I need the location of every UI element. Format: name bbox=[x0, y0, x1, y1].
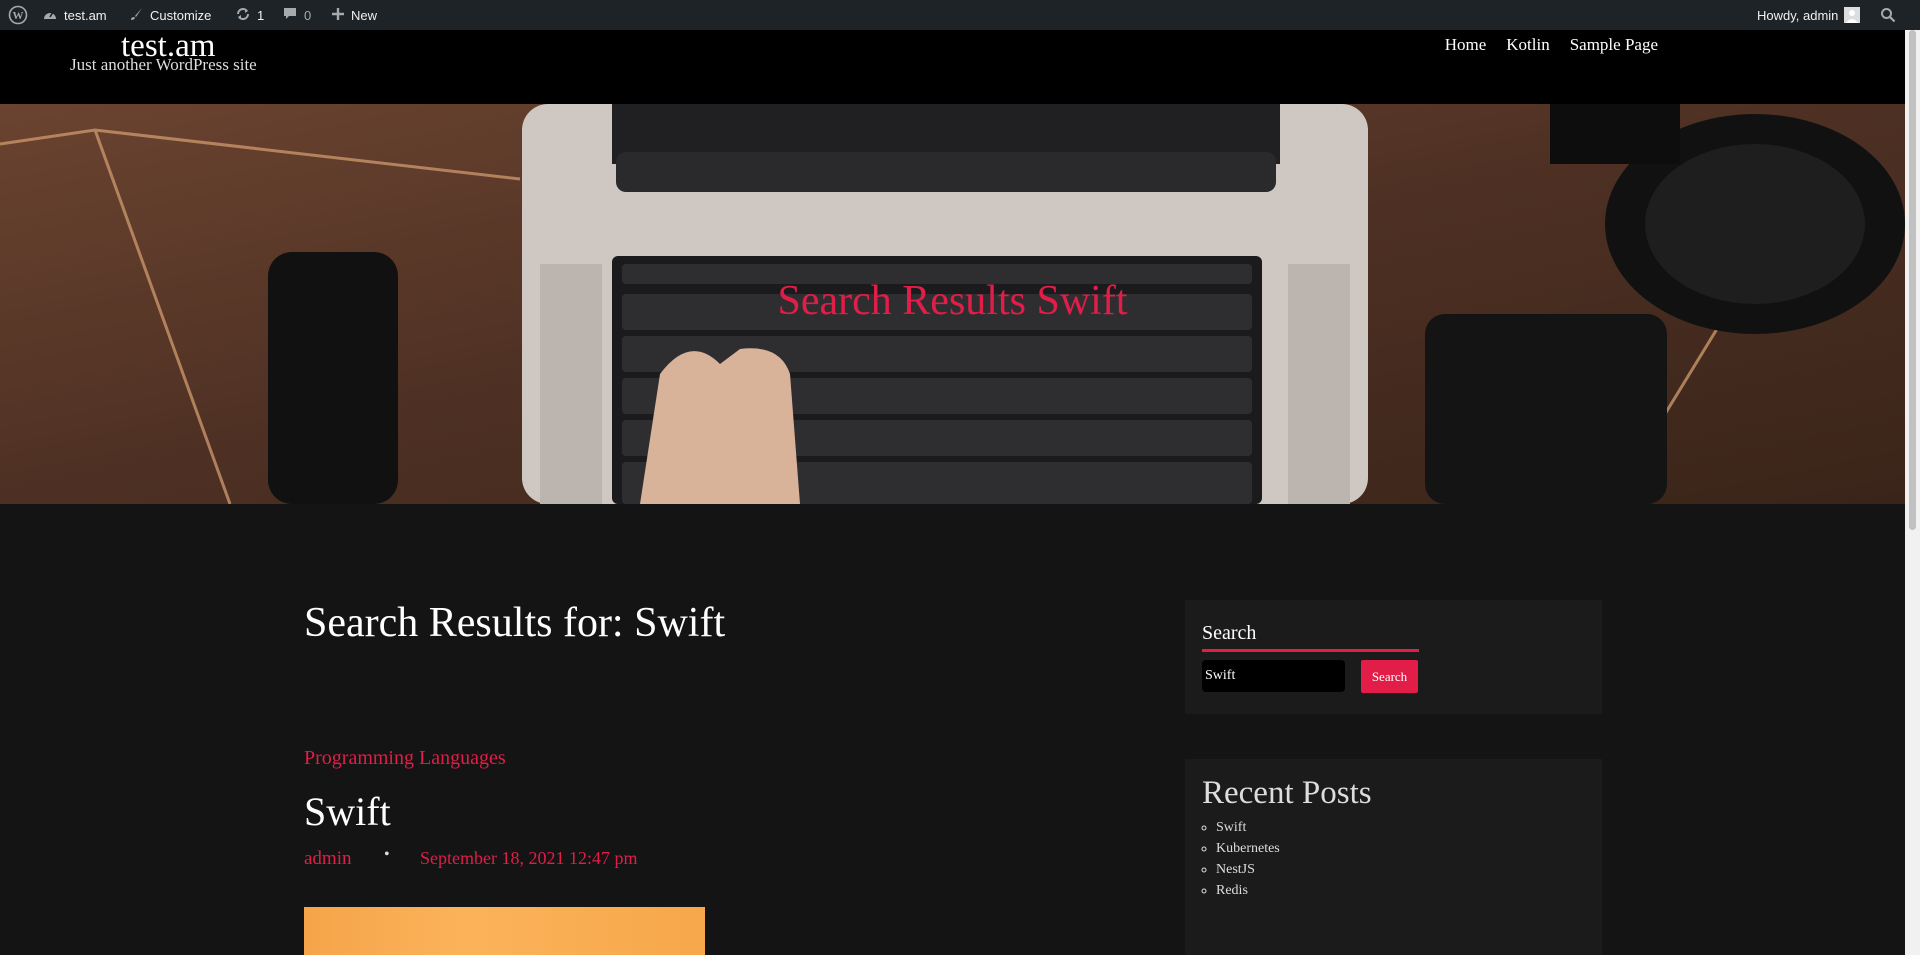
admin-bar: W test.am Customize 1 0 New Howdy, admin bbox=[0, 0, 1920, 30]
nav-item-home[interactable]: Home bbox=[1445, 35, 1487, 55]
customize-button[interactable]: Customize bbox=[130, 0, 211, 30]
recent-post-link[interactable]: NestJS bbox=[1216, 859, 1280, 880]
brush-icon bbox=[130, 7, 144, 24]
primary-nav: Home Kotlin Sample Page bbox=[1445, 35, 1658, 55]
wordpress-logo-icon[interactable]: W bbox=[8, 0, 28, 30]
post-title-link[interactable]: Swift bbox=[304, 788, 391, 835]
svg-text:W: W bbox=[13, 10, 24, 22]
customize-label: Customize bbox=[150, 7, 212, 23]
recent-posts-widget: Recent Posts Swift Kubernetes NestJS Red… bbox=[1185, 759, 1602, 955]
search-icon[interactable] bbox=[1880, 0, 1896, 30]
search-widget-title: Search bbox=[1202, 622, 1257, 644]
recent-posts-list: Swift Kubernetes NestJS Redis bbox=[1202, 817, 1280, 901]
search-input[interactable] bbox=[1202, 660, 1345, 692]
admin-bar-site-label: test.am bbox=[64, 7, 107, 23]
recent-posts-title: Recent Posts bbox=[1202, 775, 1372, 811]
page-scrollbar[interactable] bbox=[1905, 30, 1920, 955]
search-widget: Search Search bbox=[1185, 600, 1602, 714]
dashboard-icon bbox=[42, 7, 58, 24]
recent-post-link[interactable]: Kubernetes bbox=[1216, 838, 1280, 859]
recent-post-link[interactable]: Swift bbox=[1216, 817, 1280, 838]
title-underline bbox=[1202, 649, 1419, 652]
site-tagline: Just another WordPress site bbox=[70, 55, 257, 74]
search-button[interactable]: Search bbox=[1361, 660, 1418, 693]
post-thumbnail[interactable] bbox=[304, 907, 705, 955]
site-header: test.am Just another WordPress site Home… bbox=[0, 30, 1905, 104]
main-content: Search Results for: Swift Programming La… bbox=[0, 504, 1905, 955]
post-category-link[interactable]: Programming Languages bbox=[304, 747, 506, 770]
meta-separator: • bbox=[384, 846, 390, 863]
scrollbar-thumb[interactable] bbox=[1909, 30, 1916, 530]
comments-button[interactable]: 0 bbox=[282, 0, 311, 30]
plus-icon bbox=[331, 7, 345, 24]
updates-icon bbox=[235, 6, 251, 25]
hero-banner: Search Results Swift bbox=[0, 104, 1905, 504]
hero-title: Search Results Swift bbox=[777, 278, 1128, 324]
post-date-link[interactable]: September 18, 2021 12:47 pm bbox=[420, 848, 637, 869]
nav-item-sample-page[interactable]: Sample Page bbox=[1570, 35, 1658, 55]
comment-icon bbox=[282, 6, 298, 24]
updates-count: 1 bbox=[257, 7, 265, 23]
greeting: Howdy, admin bbox=[1757, 7, 1839, 23]
admin-bar-site[interactable]: test.am bbox=[42, 0, 107, 30]
nav-item-kotlin[interactable]: Kotlin bbox=[1506, 35, 1549, 55]
account-menu[interactable]: Howdy, admin bbox=[1757, 0, 1861, 30]
comments-count: 0 bbox=[304, 7, 312, 23]
updates-button[interactable]: 1 bbox=[235, 0, 264, 30]
recent-post-link[interactable]: Redis bbox=[1216, 880, 1280, 901]
new-button[interactable]: New bbox=[331, 0, 377, 30]
post-author-link[interactable]: admin bbox=[304, 848, 352, 870]
avatar bbox=[1844, 7, 1861, 23]
page-title: Search Results for: Swift bbox=[304, 600, 726, 646]
new-label: New bbox=[351, 7, 378, 23]
